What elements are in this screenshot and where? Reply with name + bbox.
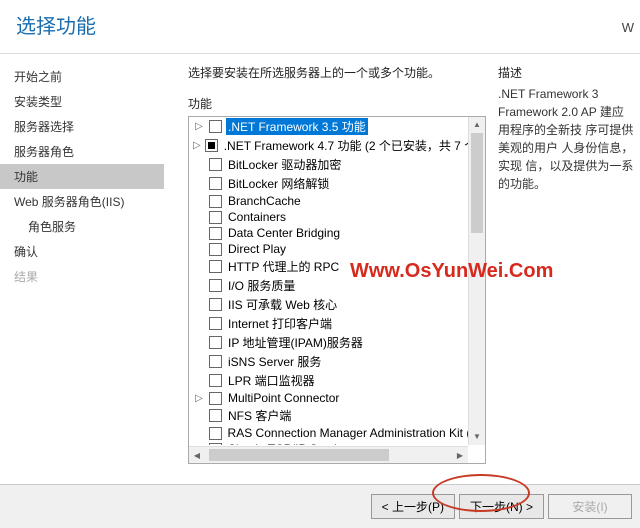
feature-label: Internet 打印客户端 — [226, 315, 334, 332]
wizard-header: 选择功能 — [0, 0, 640, 54]
feature-item-8[interactable]: HTTP 代理上的 RPC — [189, 257, 485, 276]
features-tree: ▷ .NET Framework 3.5 功能 ▷ .NET Framework 4.… — [188, 116, 486, 464]
feature-checkbox[interactable] — [209, 409, 222, 422]
sidebar-item-2[interactable]: 服务器选择 — [0, 114, 164, 139]
next-button[interactable]: 下一步(N) > — [459, 494, 544, 519]
sidebar-item-3[interactable]: 服务器角色 — [0, 139, 164, 164]
previous-button[interactable]: < 上一步(P) — [371, 494, 455, 519]
hscroll-thumb[interactable] — [209, 449, 389, 461]
expander-icon[interactable]: ▷ — [193, 393, 205, 404]
feature-item-1[interactable]: ▷ .NET Framework 4.7 功能 (2 个已安装，共 7 个) — [189, 136, 485, 155]
feature-label: MultiPoint Connector — [226, 391, 341, 405]
feature-checkbox[interactable] — [209, 443, 222, 446]
wizard-sidebar: 开始之前安装类型服务器选择服务器角色功能Web 服务器角色(IIS)角色服务确认… — [0, 54, 164, 484]
feature-label: BranchCache — [226, 194, 303, 208]
feature-item-3[interactable]: BitLocker 网络解锁 — [189, 174, 485, 193]
feature-item-5[interactable]: Containers — [189, 209, 485, 225]
feature-item-2[interactable]: BitLocker 驱动器加密 — [189, 155, 485, 174]
feature-checkbox[interactable] — [209, 158, 222, 171]
sidebar-item-5[interactable]: Web 服务器角色(IIS) — [0, 189, 164, 214]
content-area: 开始之前安装类型服务器选择服务器角色功能Web 服务器角色(IIS)角色服务确认… — [0, 54, 640, 484]
feature-item-15[interactable]: ▷ MultiPoint Connector — [189, 390, 485, 406]
feature-item-7[interactable]: Direct Play — [189, 241, 485, 257]
expander-icon[interactable]: ▷ — [193, 121, 205, 132]
horizontal-scrollbar[interactable]: ◀ ▶ — [189, 446, 468, 463]
feature-checkbox[interactable] — [209, 336, 222, 349]
sidebar-item-1[interactable]: 安装类型 — [0, 89, 164, 114]
feature-checkbox[interactable] — [209, 279, 222, 292]
sidebar-item-6[interactable]: 角色服务 — [0, 214, 164, 239]
feature-label: Data Center Bridging — [226, 226, 342, 240]
description-column: 描述 .NET Framework 3 Framework 2.0 AP 建应用… — [498, 64, 634, 484]
description-label: 描述 — [498, 64, 634, 81]
sidebar-item-0[interactable]: 开始之前 — [0, 64, 164, 89]
feature-item-13[interactable]: iSNS Server 服务 — [189, 352, 485, 371]
feature-label: Direct Play — [226, 242, 288, 256]
wizard-footer: < 上一步(P) 下一步(N) > 安装(I) — [0, 484, 640, 528]
feature-item-10[interactable]: IIS 可承载 Web 核心 — [189, 295, 485, 314]
feature-checkbox[interactable] — [209, 243, 222, 256]
features-label: 功能 — [188, 95, 486, 112]
scroll-right-icon[interactable]: ▶ — [452, 447, 468, 463]
top-right-text: W — [622, 20, 634, 35]
feature-label: LPR 端口监视器 — [226, 372, 317, 389]
scroll-thumb[interactable] — [471, 133, 483, 233]
feature-label: BitLocker 网络解锁 — [226, 175, 331, 192]
scroll-left-icon[interactable]: ◀ — [189, 447, 205, 463]
feature-label: .NET Framework 3.5 功能 — [226, 118, 368, 135]
feature-label: BitLocker 驱动器加密 — [226, 156, 343, 173]
main-panel: 选择要安装在所选服务器上的一个或多个功能。 功能 ▷ .NET Framework… — [164, 54, 640, 484]
feature-label: HTTP 代理上的 RPC — [226, 258, 341, 275]
feature-checkbox[interactable] — [209, 317, 222, 330]
feature-item-6[interactable]: Data Center Bridging — [189, 225, 485, 241]
feature-checkbox[interactable] — [209, 427, 222, 440]
feature-checkbox[interactable] — [209, 120, 222, 133]
feature-label: .NET Framework 4.7 功能 (2 个已安装，共 7 个) — [222, 137, 482, 154]
feature-checkbox[interactable] — [205, 139, 218, 152]
tree-scroll-area[interactable]: ▷ .NET Framework 3.5 功能 ▷ .NET Framework 4.… — [189, 117, 485, 445]
feature-item-14[interactable]: LPR 端口监视器 — [189, 371, 485, 390]
feature-label: RAS Connection Manager Administration Ki… — [226, 426, 481, 440]
feature-label: NFS 客户端 — [226, 407, 293, 424]
feature-checkbox[interactable] — [209, 374, 222, 387]
feature-label: Containers — [226, 210, 288, 224]
feature-checkbox[interactable] — [209, 195, 222, 208]
feature-checkbox[interactable] — [209, 355, 222, 368]
features-column: 选择要安装在所选服务器上的一个或多个功能。 功能 ▷ .NET Framework… — [188, 64, 486, 484]
feature-item-0[interactable]: ▷ .NET Framework 3.5 功能 — [189, 117, 485, 136]
sidebar-item-8: 结果 — [0, 264, 164, 289]
feature-checkbox[interactable] — [209, 260, 222, 273]
feature-label: iSNS Server 服务 — [226, 353, 323, 370]
install-button: 安装(I) — [548, 494, 632, 519]
feature-item-18[interactable]: Simple TCP/IP Services — [189, 441, 485, 445]
sidebar-item-7[interactable]: 确认 — [0, 239, 164, 264]
vertical-scrollbar[interactable]: ▲ ▼ — [468, 117, 485, 445]
page-title: 选择功能 — [16, 10, 624, 39]
feature-checkbox[interactable] — [209, 392, 222, 405]
feature-label: I/O 服务质量 — [226, 277, 297, 294]
feature-item-17[interactable]: RAS Connection Manager Administration Ki… — [189, 425, 485, 441]
expander-icon[interactable]: ▷ — [193, 140, 201, 151]
feature-item-12[interactable]: IP 地址管理(IPAM)服务器 — [189, 333, 485, 352]
feature-checkbox[interactable] — [209, 298, 222, 311]
instruction-text: 选择要安装在所选服务器上的一个或多个功能。 — [188, 64, 486, 81]
feature-label: Simple TCP/IP Services — [226, 442, 358, 445]
description-text: .NET Framework 3 Framework 2.0 AP 建应用程序的… — [498, 85, 634, 193]
sidebar-item-4[interactable]: 功能 — [0, 164, 164, 189]
feature-label: IIS 可承载 Web 核心 — [226, 296, 339, 313]
feature-item-16[interactable]: NFS 客户端 — [189, 406, 485, 425]
feature-item-11[interactable]: Internet 打印客户端 — [189, 314, 485, 333]
scroll-up-icon[interactable]: ▲ — [469, 117, 485, 133]
feature-item-9[interactable]: I/O 服务质量 — [189, 276, 485, 295]
feature-label: IP 地址管理(IPAM)服务器 — [226, 334, 365, 351]
feature-checkbox[interactable] — [209, 177, 222, 190]
scroll-down-icon[interactable]: ▼ — [469, 429, 485, 445]
feature-item-4[interactable]: BranchCache — [189, 193, 485, 209]
feature-checkbox[interactable] — [209, 211, 222, 224]
feature-checkbox[interactable] — [209, 227, 222, 240]
